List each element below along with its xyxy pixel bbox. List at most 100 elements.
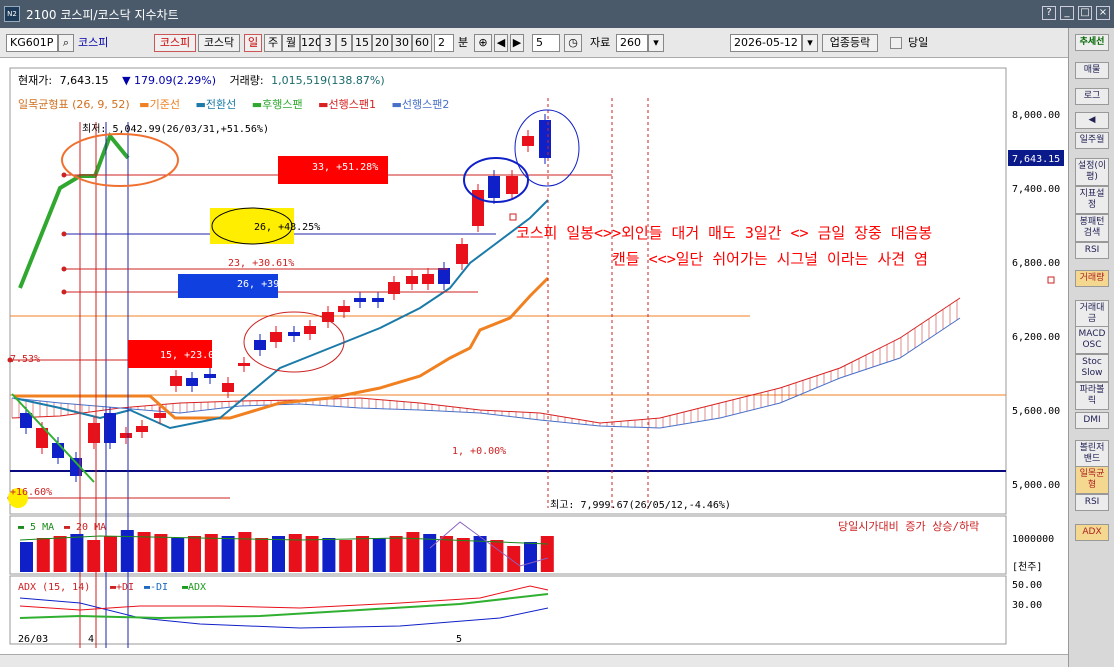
volume-bar [356,536,369,572]
adx-plus-di: ▬+DI [110,582,134,593]
sidebar-item-8[interactable]: RSI [1075,242,1109,259]
kijun-line [14,276,550,420]
next-icon[interactable]: ▶ [510,34,524,52]
sidebar-item-9[interactable]: 거래량 [1075,270,1109,287]
sidebar-item-17[interactable]: RSI [1075,494,1109,511]
weekly-button[interactable]: 주 [264,34,282,52]
price-label: 8,000.00 [1012,110,1060,121]
maximize-icon[interactable]: □ [1078,6,1092,20]
date-label: 26/03 [18,634,48,645]
left-pct-2: +16.60% [10,487,52,498]
close-icon[interactable]: × [1096,6,1110,20]
sidebar-item-16[interactable]: 일목균형 [1075,466,1109,494]
kospi-button[interactable]: 코스피 [154,34,196,52]
status-bar [0,654,1068,667]
sidebar-item-6[interactable]: 지표설정 [1075,186,1109,214]
vol-scale: 1000000 [1012,534,1054,545]
candle-body [422,274,434,284]
minute-20-button[interactable]: 20 [372,34,392,52]
date-label: 5 [456,634,462,645]
candle-body [88,423,100,443]
date-dropdown-icon[interactable]: ▾ [802,34,818,52]
box-23-text: 23, +30.61% [228,258,294,269]
adx-label: ADX (15, 14) [18,582,90,593]
indicator-sidebar: 추세선 매물 로그 ◀ 일주월 설정(이평) 지표설정 봉패턴검색 RSI 거래량 거래대금 MACD… [1068,28,1114,667]
app-logo: N2 [4,6,20,22]
senkou2-line [11,317,961,429]
candle-body [204,374,216,378]
price-chart[interactable]: 8,000.00 7,400.00 6,800.00 6,200.00 5,600.00… [0,58,1068,654]
sidebar-item-3[interactable]: ◀ [1075,112,1109,129]
sidebar-item-11[interactable]: MACD OSC [1075,326,1109,354]
box-15-text: 15, +23.09% [160,350,226,361]
kosdaq-button[interactable]: 코스닥 [198,34,240,52]
industry-button[interactable]: 업종등락 [822,34,878,52]
small-note: 1, +0.00% [452,446,506,457]
candle-body [506,176,518,194]
volume-bar [507,546,521,572]
chikou-line [18,132,130,289]
volume-bar [137,532,151,572]
monthly-button[interactable]: 월 [282,34,300,52]
candle-body [136,426,148,432]
arrow-dot [61,231,67,237]
candle-body [120,433,132,438]
search-icon[interactable]: ⌕ [58,34,74,52]
help-icon[interactable]: ? [1042,6,1056,20]
sidebar-item-1[interactable]: 매물 [1075,62,1109,79]
candle-body [222,383,234,392]
volume-bar [524,542,537,572]
chevron-down-icon[interactable]: ▾ [648,34,664,52]
sidebar-item-10[interactable]: 거래대금 [1075,300,1109,328]
box-33-text: 33, +51.28% [312,162,378,173]
date-label: 4 [88,634,94,645]
minute-input[interactable]: 2 [434,34,454,52]
stock-name: 코스피 [78,36,109,49]
sidebar-item-7[interactable]: 봉패턴검색 [1075,214,1109,242]
candle-body [338,306,350,312]
zoom-icon[interactable]: ⊕ [474,34,492,52]
box-26a-text: 26, +48.25% [254,222,320,233]
minute-60-button[interactable]: 60 [412,34,432,52]
volume-bar [540,536,554,572]
daily-button[interactable]: 일 [244,34,262,52]
volume-bar [322,538,336,572]
sidebar-item-4[interactable]: 일주월 [1075,132,1109,149]
prev-icon[interactable]: ◀ [494,34,508,52]
minute-30-button[interactable]: 30 [392,34,412,52]
sidebar-item-2[interactable]: 로그 [1075,88,1109,105]
minute-5-button[interactable]: 5 [336,34,352,52]
sidebar-item-15[interactable]: 볼린저밴드 [1075,440,1109,468]
vol-ma20: ▬ 20 MA [64,522,106,533]
sidebar-item-13[interactable]: 파라볼릭 [1075,382,1109,410]
sidebar-item-14[interactable]: DMI [1075,412,1109,429]
stock-code-input[interactable]: KG601P [6,34,58,52]
data-count-input[interactable]: 260 [616,34,648,52]
volume-bar [188,536,201,572]
volume-bar [372,538,386,572]
minute-15-button[interactable]: 15 [352,34,372,52]
today-checkbox[interactable] [890,37,902,49]
box-26b-text: 26, +39.93% [237,279,303,290]
sidebar-item-18[interactable]: ADX [1075,524,1109,541]
minute-120-button[interactable]: 120 [300,34,322,52]
candle-body [270,332,282,342]
vol-ma5: ▬ 5 MA [18,522,54,533]
minute-3-button[interactable]: 3 [320,34,336,52]
data-label: 자료 [590,36,611,49]
sidebar-item-5[interactable]: 설정(이평) [1075,158,1109,186]
candle-body [539,120,551,158]
candle-body [170,376,182,386]
count-input[interactable]: 5 [532,34,560,52]
sidebar-item-0[interactable]: 추세선 [1075,34,1109,51]
adx-line [19,593,549,620]
volume-bar [339,540,353,572]
sidebar-item-12[interactable]: Stoc Slow [1075,354,1109,382]
clock-icon[interactable]: ◷ [564,34,582,52]
date-input[interactable]: 2026-05-12 [730,34,802,52]
window-title: 2100 코스피/코스닥 지수차트 [26,7,179,22]
volume-bar [221,536,235,572]
minimize-icon[interactable]: _ [1060,6,1074,20]
adx-minus-di: ▬-DI [144,582,168,593]
left-pct-1: 7.53% [10,354,40,365]
